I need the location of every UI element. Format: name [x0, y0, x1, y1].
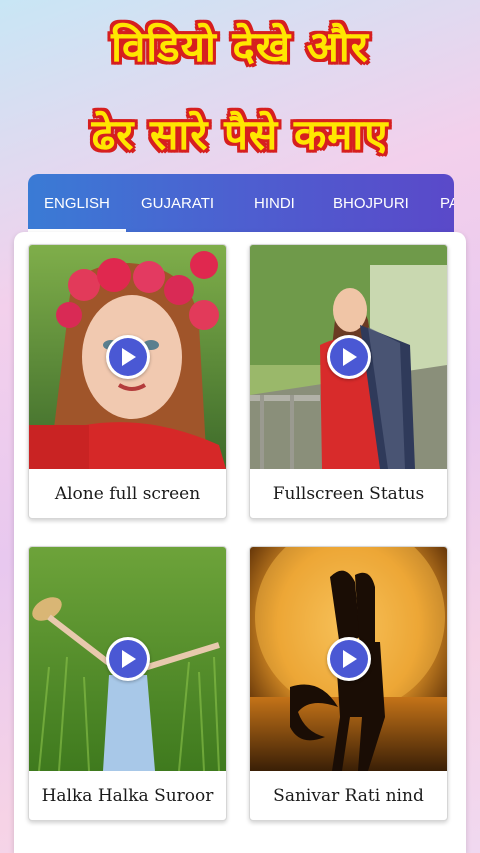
video-thumbnail[interactable]	[29, 245, 226, 469]
tab-bhojpuri[interactable]: BHOJPURI	[333, 174, 409, 232]
promo-banner: विडियो देखे और ढेर सारे पैसे कमाए	[0, 0, 480, 165]
play-icon	[122, 348, 136, 366]
video-thumbnail[interactable]	[250, 245, 447, 469]
video-card[interactable]: Alone full screen	[28, 244, 227, 519]
video-thumbnail[interactable]	[29, 547, 226, 771]
play-icon	[343, 348, 357, 366]
tab-gujarati[interactable]: GUJARATI	[141, 174, 214, 232]
tab-punjabi[interactable]: PA	[440, 174, 454, 232]
play-icon	[343, 650, 357, 668]
play-icon	[122, 650, 136, 668]
language-tab-bar: ENGLISH GUJARATI HINDI BHOJPURI PA	[28, 174, 454, 232]
play-button[interactable]	[327, 335, 371, 379]
video-card[interactable]: Halka Halka Suroor	[28, 546, 227, 821]
video-title: Sanivar Rati nind	[273, 786, 424, 806]
banner-line-1: विडियो देखे और	[111, 22, 369, 71]
tab-hindi[interactable]: HINDI	[254, 174, 295, 232]
video-grid-panel: Alone full screen Fullscreen Status Halk…	[14, 232, 466, 853]
video-title: Halka Halka Suroor	[41, 786, 214, 806]
video-card[interactable]: Sanivar Rati nind	[249, 546, 448, 821]
video-title: Fullscreen Status	[272, 484, 425, 504]
banner-line-2: ढेर सारे पैसे कमाए	[91, 110, 389, 159]
play-button[interactable]	[106, 335, 150, 379]
tab-english[interactable]: ENGLISH	[44, 174, 110, 232]
play-button[interactable]	[327, 637, 371, 681]
play-button[interactable]	[106, 637, 150, 681]
video-card[interactable]: Fullscreen Status	[249, 244, 448, 519]
video-title: Alone full screen	[54, 484, 201, 504]
video-thumbnail[interactable]	[250, 547, 447, 771]
